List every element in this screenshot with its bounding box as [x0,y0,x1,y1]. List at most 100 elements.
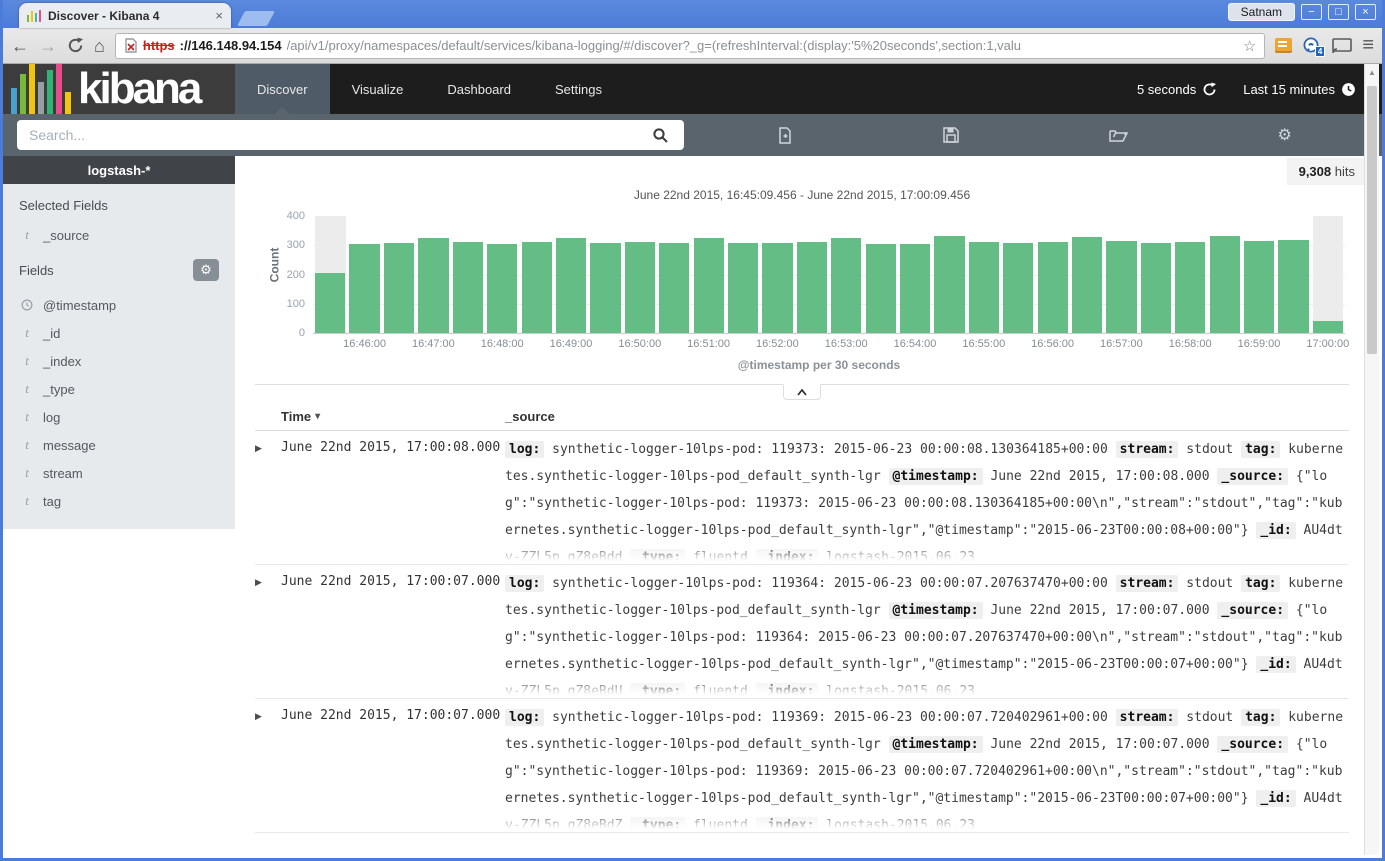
chart-bar[interactable] [625,242,655,333]
settings-gear-icon[interactable]: ⚙ [1263,125,1307,145]
maximize-button[interactable]: □ [1328,4,1349,20]
chart-bar-slot [519,216,553,333]
close-button[interactable]: × [1355,4,1376,20]
chart-bar[interactable] [934,236,964,333]
cast-icon[interactable] [1332,38,1352,54]
nav-tab-settings[interactable]: Settings [533,64,624,114]
scrollbar-thumb[interactable] [1367,86,1377,354]
field-item-source[interactable]: t_source [19,221,219,249]
chart-bar[interactable] [522,242,552,333]
x-tick-label: 16:49:00 [550,338,593,350]
tab-close-icon[interactable]: × [215,9,223,22]
chart-bar[interactable] [1175,242,1205,333]
column-header-source[interactable]: _source [505,409,1349,424]
chart-bar[interactable] [831,238,861,333]
nav-tab-dashboard[interactable]: Dashboard [425,64,533,114]
field-item-message[interactable]: tmessage [19,431,219,459]
new-tab-button[interactable] [237,11,275,26]
chart-bar[interactable] [1106,241,1136,333]
search-submit-button[interactable] [638,120,684,150]
field-item-log[interactable]: tlog [19,403,219,431]
chart-bar[interactable] [900,244,930,333]
chart-bar[interactable] [590,243,620,333]
field-item-stream[interactable]: tstream [19,459,219,487]
chart-bar[interactable] [453,242,483,333]
nav-tab-visualize[interactable]: Visualize [330,64,426,114]
text-field-icon: t [21,381,33,397]
chart-bar[interactable] [797,242,827,333]
kibana-nav-tabs: DiscoverVisualizeDashboardSettings [235,64,624,114]
new-search-icon[interactable] [763,127,807,144]
extension-icon[interactable] [1275,38,1292,53]
minimize-button[interactable]: − [1301,4,1322,20]
field-item-index[interactable]: t_index [19,347,219,375]
index-pattern-header[interactable]: logstash-* [3,156,235,184]
browser-tab[interactable]: Discover - Kibana 4 × [19,3,231,28]
reload-button[interactable] [67,37,84,54]
column-header-time[interactable]: Time▾ [281,409,505,424]
home-button[interactable]: ⌂ [94,36,105,56]
address-bar[interactable]: https ://146.148.94.154 /api/v1/proxy/na… [115,33,1265,59]
chart-bar[interactable] [1038,242,1068,333]
x-tick-label: 16:54:00 [894,338,937,350]
hangouts-badge: 4 [1315,46,1325,57]
chart-bar[interactable] [1278,240,1308,333]
chart-bar[interactable] [1072,237,1102,333]
chart-bar[interactable] [349,244,379,333]
page-scrollbar[interactable]: ▲ [1364,64,1379,855]
timepicker-control[interactable]: Last 15 minutes [1243,82,1356,97]
chart-bar[interactable] [1003,243,1033,333]
browser-menu-icon[interactable]: ≡ [1362,34,1374,57]
chart-bar[interactable] [762,243,792,333]
save-search-icon[interactable] [929,127,973,143]
chart-bar[interactable] [384,243,414,333]
chart-bar[interactable] [728,243,758,333]
field-label: stream [43,466,83,481]
chart-bar[interactable] [969,242,999,333]
chart-bar[interactable] [866,244,896,334]
field-settings-gear-icon[interactable]: ⚙ [193,259,219,281]
row-time: June 22nd 2015, 17:00:08.000 [281,440,505,455]
open-search-icon[interactable] [1096,128,1140,143]
field-item-type[interactable]: t_type [19,375,219,403]
row-expand-icon[interactable]: ▶ [255,574,281,588]
field-value: fluentd [693,818,748,832]
field-item-tag[interactable]: ttag [19,487,219,515]
back-button[interactable]: ← [11,36,29,56]
hangouts-icon[interactable]: 4 [1302,37,1322,55]
chart-bar[interactable] [659,243,689,333]
refresh-interval-control[interactable]: 5 seconds [1137,82,1217,97]
nav-tab-discover[interactable]: Discover [235,64,330,114]
row-expand-icon[interactable]: ▶ [255,440,281,454]
bookmark-star-icon[interactable]: ☆ [1243,37,1256,55]
chart-bar[interactable] [556,238,586,333]
field-chip: log: [505,709,544,726]
chart-bar[interactable] [1141,243,1171,333]
kibana-logo[interactable]: kibana [3,64,235,114]
chart-bar[interactable] [1244,241,1274,333]
field-chip: _type: [630,683,685,698]
chart-bar[interactable] [694,238,724,333]
chart-bar[interactable] [1313,321,1343,333]
search-input[interactable] [17,127,638,143]
field-value: synthetic-logger-10lps-pod: 119369: 2015… [552,710,1108,725]
chart-bar[interactable] [1210,236,1240,333]
field-item-timestamp[interactable]: @timestamp [19,291,219,319]
row-expand-icon[interactable]: ▶ [255,708,281,722]
window-user-badge[interactable]: Satnam [1228,3,1295,21]
field-label: @timestamp [43,298,116,313]
chart-bar-slot [691,216,725,333]
field-chip: _index: [756,817,819,832]
chart-bar[interactable] [487,244,517,333]
refresh-icon [1202,82,1217,97]
chart-bar[interactable] [418,238,448,333]
chart-bar[interactable] [315,273,345,333]
url-path: /api/v1/proxy/namespaces/default/service… [287,38,1238,53]
scrollbar-up-arrow[interactable]: ▲ [1365,64,1379,77]
collapse-chart-button[interactable] [783,384,821,400]
field-value: stdout [1186,442,1233,457]
chart-bar-slot [1311,216,1345,333]
chart-divider [255,384,1349,385]
forward-button[interactable]: → [39,36,57,56]
field-item-id[interactable]: t_id [19,319,219,347]
